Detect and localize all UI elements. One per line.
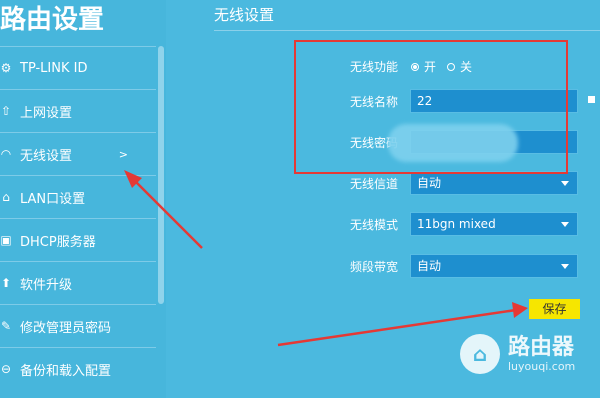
watermark-brand: 路由器 [508,334,575,360]
arrow-to-wireless-item [124,170,203,249]
watermark: ⌂ 路由器 luyouqi.com [460,334,575,374]
router-logo-icon: ⌂ [460,334,500,374]
watermark-url: luyouqi.com [508,359,576,373]
